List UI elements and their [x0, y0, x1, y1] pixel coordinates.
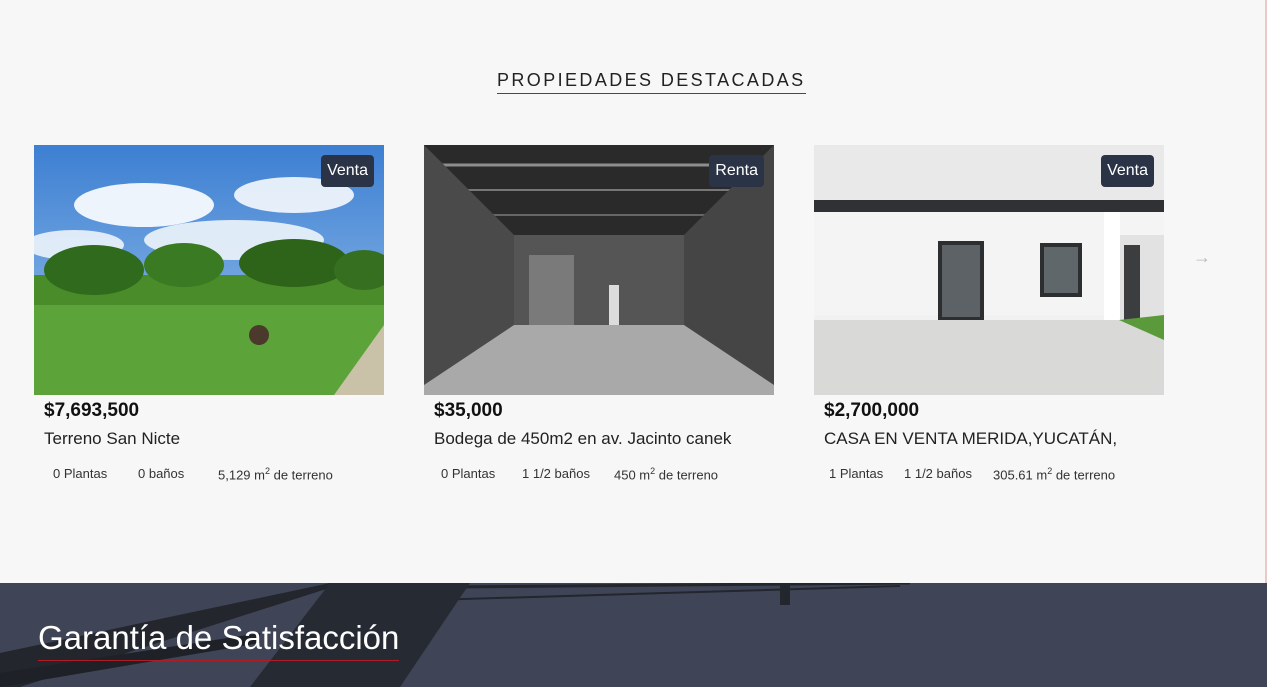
property-photo[interactable]: Renta: [424, 145, 774, 395]
floors-count: 0 Plantas: [441, 466, 496, 481]
land-area-value: 5,129 m: [218, 467, 265, 483]
land-area: 305.61 m2 de terreno: [993, 466, 1115, 482]
property-photo[interactable]: Venta: [814, 145, 1164, 395]
property-card[interactable]: Venta $2,700,000 CASA EN VENTA MERIDA,YU…: [814, 145, 1164, 482]
land-area: 450 m2 de terreno: [614, 466, 718, 482]
property-photo[interactable]: Venta: [34, 145, 384, 395]
floors-count: 0 Plantas: [53, 466, 108, 481]
land-area-value: 450 m: [614, 467, 651, 483]
property-card[interactable]: Venta $7,693,500 Terreno San Nicte 0 Pla…: [34, 145, 384, 482]
listing-type-badge: Venta: [1101, 155, 1154, 187]
property-price: $2,700,000: [824, 400, 920, 421]
land-area-suffix: de terreno: [270, 467, 333, 483]
baths-count: 1 1/2 baños: [904, 466, 972, 481]
baths-count: 1 1/2 baños: [522, 466, 590, 481]
page: PROPIEDADES DESTACADAS Venta $7,693,500 …: [0, 0, 1267, 687]
section-title: PROPIEDADES DESTACADAS: [497, 70, 806, 94]
baths-count: 0 baños: [138, 466, 185, 481]
floors-count: 1 Plantas: [829, 466, 884, 481]
property-title[interactable]: CASA EN VENTA MERIDA,YUCATÁN,: [824, 429, 1117, 449]
land-area-suffix: de terreno: [1052, 467, 1116, 483]
listing-type-badge: Venta: [321, 155, 374, 187]
property-price: $7,693,500: [44, 400, 140, 421]
land-area-value: 305.61 m: [993, 467, 1048, 483]
property-card[interactable]: Renta $35,000 Bodega de 450m2 en av. Jac…: [424, 145, 774, 482]
property-title[interactable]: Terreno San Nicte: [44, 429, 180, 449]
listing-type-badge: Renta: [709, 155, 764, 187]
satisfaction-banner: Garantía de Satisfacción: [0, 583, 1267, 687]
land-area-suffix: de terreno: [655, 467, 719, 483]
land-area: 5,129 m2 de terreno: [218, 466, 333, 482]
banner-title: Garantía de Satisfacción: [38, 619, 400, 661]
arrow-right-icon[interactable]: →: [1193, 248, 1211, 266]
property-title[interactable]: Bodega de 450m2 en av. Jacinto canek: [434, 429, 731, 449]
property-price: $35,000: [434, 400, 503, 421]
